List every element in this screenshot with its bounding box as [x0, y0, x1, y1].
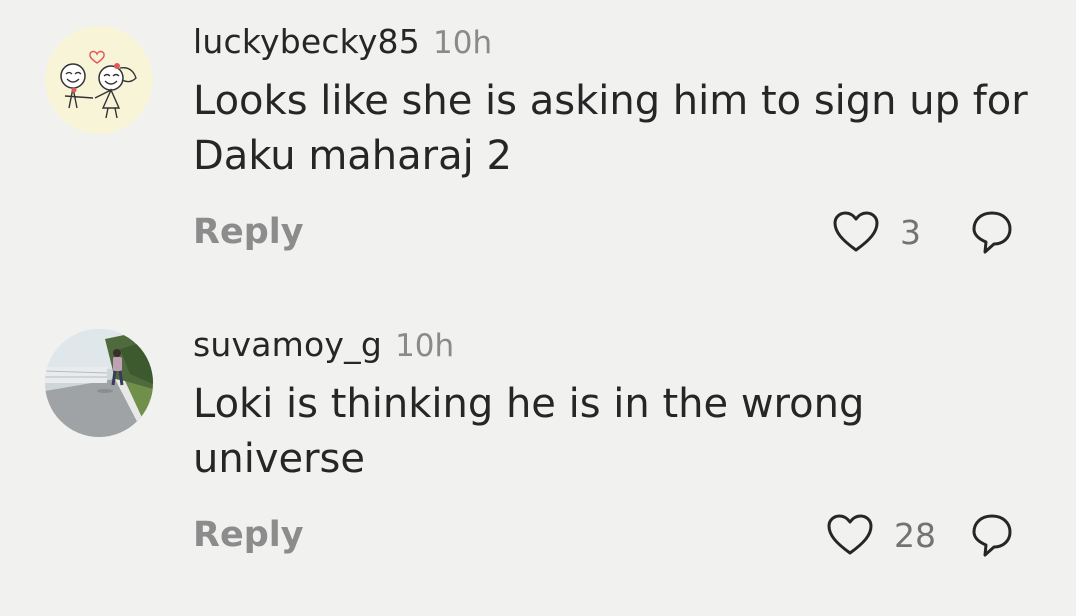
- timestamp: 10h: [433, 25, 493, 61]
- username[interactable]: luckybecky85: [193, 22, 420, 61]
- comment-text: Looks like she is asking him to sign up …: [193, 78, 1028, 179]
- reply-button[interactable]: Reply: [193, 208, 304, 256]
- heart-icon[interactable]: [832, 210, 880, 254]
- comment-item: suvamoy_g 10h Loki is thinking he is in …: [0, 303, 1076, 603]
- avatar[interactable]: [45, 329, 153, 437]
- reply-button[interactable]: Reply: [193, 511, 304, 559]
- username[interactable]: suvamoy_g: [193, 325, 382, 364]
- road-photo-avatar: [45, 329, 153, 437]
- avatar[interactable]: [45, 26, 153, 134]
- comment-header: suvamoy_g 10h: [193, 323, 1053, 367]
- like-count: 3: [900, 212, 921, 252]
- comment-actions: 28: [826, 509, 1014, 561]
- comment-text: Loki is thinking he is in the wrong univ…: [193, 381, 865, 482]
- like-count: 28: [894, 515, 936, 555]
- reply-bubble-icon[interactable]: [970, 209, 1014, 255]
- timestamp: 10h: [395, 328, 455, 364]
- cartoon-couple-avatar: [45, 26, 153, 134]
- reply-bubble-icon[interactable]: [970, 512, 1014, 558]
- comment-body: suvamoy_g 10h Loki is thinking he is in …: [193, 323, 1053, 487]
- comment-item: luckybecky85 10h Looks like she is askin…: [0, 0, 1076, 300]
- comment-actions: 3: [832, 206, 1014, 258]
- comment-body: luckybecky85 10h Looks like she is askin…: [193, 20, 1053, 184]
- heart-icon[interactable]: [826, 513, 874, 557]
- comment-header: luckybecky85 10h: [193, 20, 1053, 64]
